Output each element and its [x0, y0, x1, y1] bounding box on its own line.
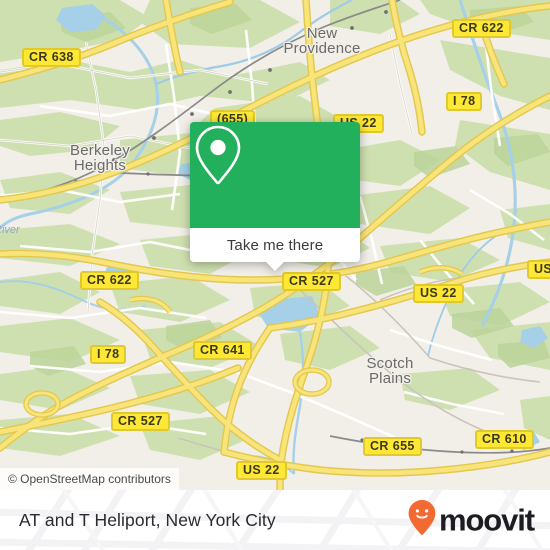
map-screenshot: New Providence Berkeley Heights Scotch P… — [0, 0, 550, 550]
shield-cr-610[interactable]: CR 610 — [475, 430, 534, 449]
footer-bar: AT and T Heliport, New York City moovit — [0, 490, 550, 550]
shield-us-22-east[interactable]: US 22 — [413, 284, 464, 303]
shield-cr-622-west[interactable]: CR 622 — [80, 271, 139, 290]
destination-popup-card[interactable]: Take me there — [190, 122, 360, 271]
popup-pointer-tail — [265, 261, 285, 271]
map-canvas[interactable]: New Providence Berkeley Heights Scotch P… — [0, 0, 550, 490]
popup-icon-area — [190, 122, 360, 228]
take-me-there-button[interactable]: Take me there — [227, 237, 323, 254]
moovit-pin-icon — [407, 499, 437, 542]
shield-us-edge[interactable]: US — [527, 260, 550, 279]
shield-us-22-south[interactable]: US 22 — [236, 461, 287, 480]
shield-cr-622-north[interactable]: CR 622 — [452, 19, 511, 38]
moovit-wordmark: moovit — [438, 502, 535, 538]
shield-cr-527-center[interactable]: CR 527 — [282, 272, 341, 291]
popup-action-area[interactable]: Take me there — [190, 228, 360, 271]
shield-cr-527-south[interactable]: CR 527 — [111, 412, 170, 431]
shield-cr-655[interactable]: CR 655 — [363, 437, 422, 456]
osm-attribution[interactable]: © OpenStreetMap contributors — [0, 468, 179, 490]
shield-cr-638[interactable]: CR 638 — [22, 48, 81, 67]
shield-i-78-northeast[interactable]: I 78 — [446, 92, 483, 111]
location-title: AT and T Heliport, New York City — [19, 509, 276, 530]
moovit-brand[interactable]: moovit — [407, 499, 535, 542]
shield-i-78-southwest[interactable]: I 78 — [90, 345, 127, 364]
shield-cr-641[interactable]: CR 641 — [193, 341, 252, 360]
